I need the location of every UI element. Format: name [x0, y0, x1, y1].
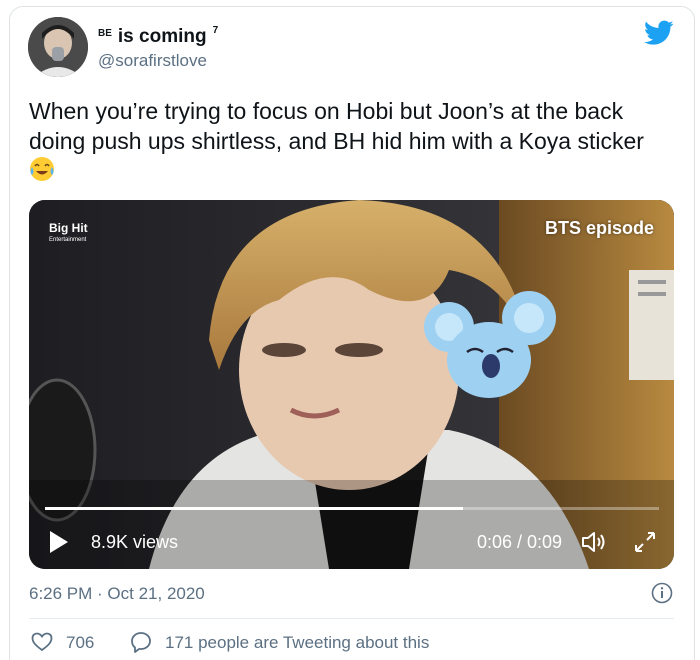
like-count: 706 [66, 633, 95, 652]
info-icon[interactable] [651, 582, 673, 604]
author-name-row[interactable]: BE is coming 7 [98, 25, 219, 48]
video-progress-fill [45, 507, 463, 510]
bighit-watermark-title: Big Hit [49, 221, 88, 235]
twitter-bird-icon[interactable] [644, 20, 674, 46]
heart-icon[interactable] [31, 632, 53, 652]
tweeting-about-link[interactable]: 171 people are Tweeting about this [165, 633, 429, 653]
episode-watermark: BTS episode [545, 218, 655, 238]
tweet-timestamp[interactable]: 6:26 PM · Oct 21, 2020 [29, 584, 205, 604]
video-frame-image [29, 200, 674, 569]
view-count: 8.9K views [91, 532, 179, 552]
avatar[interactable] [28, 17, 88, 77]
face-with-tears-of-joy-icon [29, 156, 55, 182]
divider [29, 618, 674, 619]
author-handle[interactable]: @sorafirstlove [98, 51, 207, 71]
author-name-suffix: 7 [212, 25, 219, 36]
fullscreen-icon[interactable] [633, 530, 657, 554]
bighit-watermark-sub: Entertainment [49, 237, 87, 243]
bighit-watermark: Big Hit Entertainment [49, 222, 88, 246]
play-icon[interactable] [45, 529, 71, 555]
author-name-prefix: BE [98, 28, 112, 39]
speech-bubble-icon[interactable] [130, 631, 152, 653]
tweet-text: When you’re trying to focus on Hobi but … [29, 98, 644, 154]
video-player[interactable]: Big Hit Entertainment BTS episode 8.9K v… [29, 200, 674, 569]
volume-icon[interactable] [580, 530, 608, 554]
video-time: 0:06 / 0:09 [477, 532, 563, 552]
author-name[interactable]: is coming [118, 26, 207, 48]
video-progress-bar[interactable] [45, 507, 659, 510]
